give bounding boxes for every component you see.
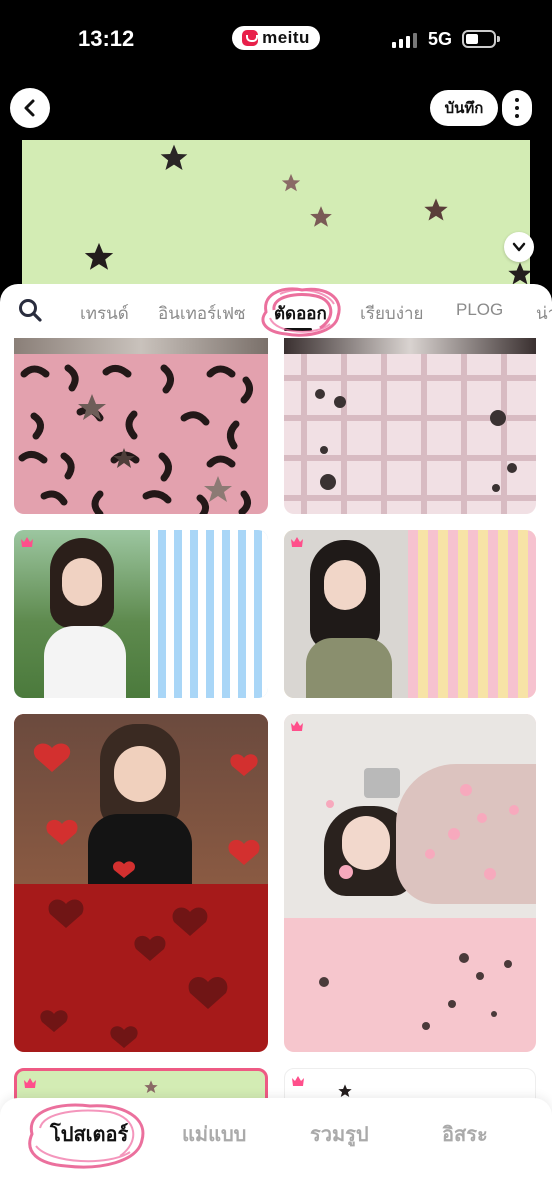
tab-cute[interactable]: น่า bbox=[536, 300, 552, 327]
premium-crown-icon bbox=[24, 1078, 36, 1088]
plaid-pattern bbox=[284, 354, 536, 514]
search-icon[interactable] bbox=[16, 296, 44, 324]
star-sticker-icon bbox=[424, 198, 448, 221]
app-name: meitu bbox=[262, 28, 310, 47]
template-card[interactable] bbox=[14, 714, 268, 1052]
meitu-logo-icon bbox=[242, 30, 259, 46]
template-card[interactable] bbox=[14, 530, 268, 698]
template-card[interactable] bbox=[284, 530, 536, 698]
template-card[interactable] bbox=[14, 338, 268, 514]
template-card[interactable] bbox=[284, 714, 536, 1052]
star-sticker-icon bbox=[310, 206, 332, 227]
template-grid bbox=[0, 338, 552, 1158]
star-sticker-icon bbox=[338, 1084, 352, 1097]
tab-interface[interactable]: อินเทอร์เฟซ bbox=[158, 300, 246, 327]
tab-simple[interactable]: เรียบง่าย bbox=[360, 300, 424, 327]
stripe-pattern bbox=[150, 530, 268, 698]
star-sticker-icon bbox=[84, 242, 114, 270]
save-button[interactable]: บันทึก bbox=[430, 90, 498, 126]
back-button[interactable] bbox=[10, 88, 50, 128]
nav-freestyle[interactable]: อิสระ bbox=[442, 1118, 488, 1150]
signal-icon bbox=[392, 32, 417, 48]
heart-stickers bbox=[33, 743, 260, 1048]
stripe-pattern bbox=[408, 530, 536, 698]
network-type: 5G bbox=[428, 29, 453, 49]
more-options-button[interactable] bbox=[502, 90, 532, 126]
collapse-panel-button[interactable] bbox=[504, 232, 534, 262]
poster-preview[interactable] bbox=[22, 140, 530, 290]
portrait-photo bbox=[284, 530, 408, 698]
status-time: 13:12 bbox=[78, 26, 135, 51]
tab-trend[interactable]: เทรนด์ bbox=[80, 300, 129, 327]
premium-crown-icon bbox=[292, 1076, 304, 1086]
nav-template[interactable]: แม่แบบ bbox=[182, 1118, 246, 1150]
star-sticker-icon bbox=[144, 1080, 158, 1093]
premium-crown-icon bbox=[291, 721, 303, 731]
battery-icon bbox=[462, 30, 500, 48]
nav-poster[interactable]: โปสเตอร์ bbox=[50, 1118, 128, 1150]
sakura-stickers bbox=[319, 784, 519, 1030]
battery-level bbox=[466, 34, 478, 44]
status-bar: 13:12 meitu 5G bbox=[0, 0, 552, 80]
nav-collage[interactable]: รวมรูป bbox=[310, 1118, 369, 1150]
tab-plog[interactable]: PLOG bbox=[456, 300, 503, 320]
template-card[interactable] bbox=[284, 338, 536, 514]
portrait-photo bbox=[14, 530, 150, 698]
category-tabs: เทรนด์ อินเทอร์เฟซ ตัดออก เรียบง่าย PLOG… bbox=[0, 284, 552, 338]
app-indicator: meitu bbox=[232, 26, 320, 50]
bottom-navigation: โปสเตอร์ แม่แบบ รวมรูป อิสระ bbox=[0, 1098, 552, 1200]
chevron-left-icon bbox=[24, 99, 35, 117]
leopard-pattern bbox=[18, 364, 253, 514]
star-sticker-icon bbox=[281, 173, 301, 192]
premium-crown-icon bbox=[21, 537, 33, 547]
star-sticker-icon bbox=[160, 144, 188, 170]
tab-cutout[interactable]: ตัดออก bbox=[274, 300, 327, 327]
template-panel: เทรนด์ อินเทอร์เฟซ ตัดออก เรียบง่าย PLOG… bbox=[0, 284, 552, 1200]
more-dot-icon bbox=[515, 98, 519, 102]
premium-crown-icon bbox=[291, 537, 303, 547]
chevron-down-icon bbox=[512, 242, 526, 252]
active-tab-indicator bbox=[284, 328, 312, 331]
